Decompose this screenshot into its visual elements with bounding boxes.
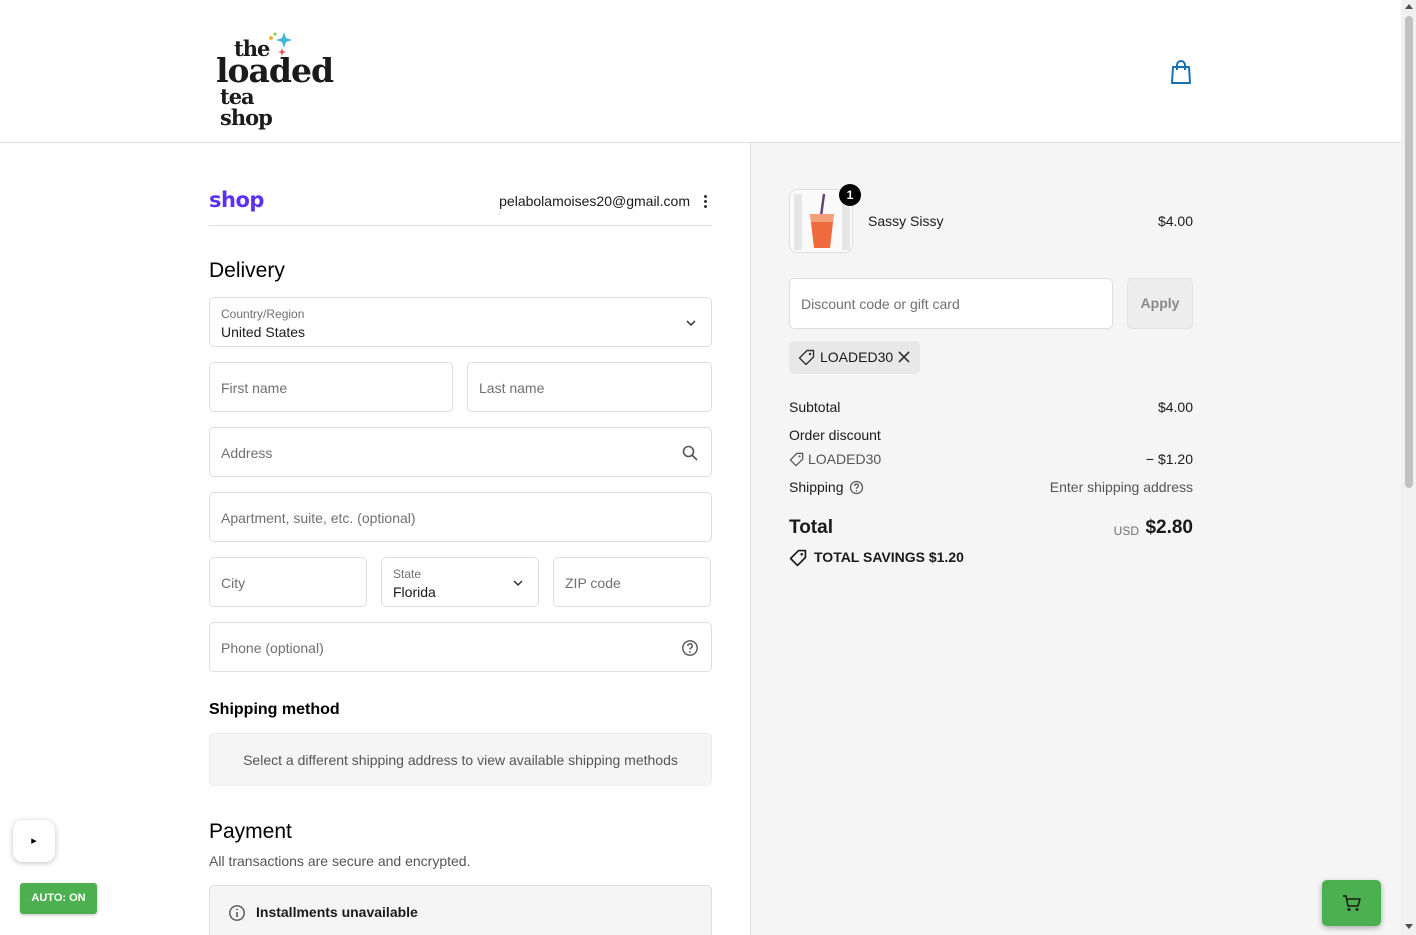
total-label: Total — [789, 517, 833, 538]
last-name-placeholder: Last name — [479, 380, 545, 396]
shop-pay-logo: shop — [209, 188, 264, 212]
shipping-row: Shipping Enter shipping address — [789, 479, 1193, 499]
country-label: Country/Region — [221, 307, 305, 321]
store-header: the loaded tea shop — [0, 0, 1401, 143]
total-value: $2.80 — [1145, 517, 1193, 538]
order-discount-code-row: LOADED30 − $1.20 — [789, 451, 1193, 471]
state-label: State — [393, 567, 422, 581]
payment-title: Payment — [209, 820, 292, 843]
search-icon — [682, 445, 698, 461]
shop-account-row: shop pelabolamoises20@gmail.com — [209, 188, 712, 226]
first-name-field[interactable]: First name — [209, 362, 453, 412]
total-currency: USD — [1113, 524, 1139, 538]
shipping-label: Shipping — [789, 479, 844, 495]
total-savings-text: TOTAL SAVINGS $1.20 — [814, 549, 964, 565]
installments-notice: Installments unavailable — [209, 885, 712, 935]
quantity-badge: 1 — [839, 184, 861, 206]
product-name: Sassy Sissy — [868, 213, 944, 229]
auto-toggle-button[interactable]: AUTO: ON — [20, 883, 97, 914]
scroll-up-arrow-icon[interactable] — [1405, 4, 1413, 9]
delivery-title: Delivery — [209, 259, 285, 282]
account-email: pelabolamoises20@gmail.com — [499, 193, 690, 209]
order-discount-code: LOADED30 — [808, 451, 882, 467]
first-name-placeholder: First name — [221, 380, 288, 396]
info-icon — [229, 905, 245, 921]
phone-placeholder: Phone (optional) — [221, 640, 324, 656]
subtotal-row: Subtotal $4.00 — [789, 399, 1193, 419]
tag-icon — [789, 549, 807, 567]
checkout-form-column: shop pelabolamoises20@gmail.com Delivery… — [0, 143, 751, 935]
address-field[interactable]: Address — [209, 427, 712, 477]
tag-icon — [789, 452, 804, 467]
order-discount-row: Order discount — [789, 427, 1193, 447]
chevron-down-icon — [686, 320, 696, 327]
chevron-down-icon — [513, 580, 523, 587]
help-icon[interactable] — [681, 639, 699, 657]
help-icon[interactable] — [849, 480, 864, 495]
country-value: United States — [221, 324, 306, 340]
subtotal-value: $4.00 — [1157, 399, 1193, 415]
shipping-method-note: Select a different shipping address to v… — [209, 733, 712, 786]
store-logo[interactable]: the loaded tea shop — [216, 32, 334, 128]
shopping-cart-icon — [1343, 895, 1361, 911]
shipping-value: Enter shipping address — [1049, 479, 1193, 495]
installments-text: Installments unavailable — [256, 904, 418, 920]
apartment-field[interactable]: Apartment, suite, etc. (optional) — [209, 492, 712, 542]
remove-discount-icon[interactable] — [896, 349, 912, 365]
apartment-placeholder: Apartment, suite, etc. (optional) — [221, 510, 416, 526]
payment-subtitle: All transactions are secure and encrypte… — [209, 853, 471, 869]
discount-code-input[interactable]: Discount code or gift card — [789, 278, 1113, 329]
zip-field[interactable]: ZIP code — [553, 557, 711, 607]
subtotal-label: Subtotal — [789, 399, 841, 415]
shipping-method-title: Shipping method — [209, 701, 340, 718]
logo-line-2: loaded — [216, 51, 334, 90]
page-scrollbar[interactable] — [1401, 0, 1416, 935]
applied-code: LOADED30 — [820, 349, 894, 365]
state-select[interactable]: State Florida — [381, 557, 539, 607]
applied-discount-chip: LOADED30 — [789, 341, 920, 374]
address-placeholder: Address — [221, 445, 273, 461]
order-summary-column: 1 Sassy Sissy $4.00 Discount code or gif… — [751, 143, 1401, 935]
tag-icon — [798, 349, 815, 366]
play-button[interactable]: ▸ — [13, 820, 55, 862]
scrollbar-thumb[interactable] — [1405, 16, 1413, 488]
apply-button[interactable]: Apply — [1127, 278, 1193, 329]
country-select[interactable]: Country/Region United States — [209, 297, 712, 347]
phone-field[interactable]: Phone (optional) — [209, 622, 712, 672]
scroll-down-arrow-icon[interactable] — [1405, 924, 1413, 929]
order-discount-value: − $1.20 — [1145, 451, 1193, 467]
cart-floating-button[interactable] — [1322, 880, 1381, 926]
more-options-icon[interactable] — [700, 194, 710, 210]
logo-line-3: tea shop — [220, 84, 273, 130]
last-name-field[interactable]: Last name — [467, 362, 712, 412]
order-discount-label: Order discount — [789, 427, 881, 443]
product-price: $4.00 — [1157, 213, 1193, 229]
state-value: Florida — [393, 584, 436, 600]
sparkle-icon — [269, 32, 292, 56]
shopping-bag-icon[interactable] — [1168, 58, 1194, 86]
city-field[interactable]: City — [209, 557, 367, 607]
discount-placeholder: Discount code or gift card — [801, 296, 960, 312]
city-placeholder: City — [221, 575, 246, 591]
zip-placeholder: ZIP code — [565, 575, 621, 591]
